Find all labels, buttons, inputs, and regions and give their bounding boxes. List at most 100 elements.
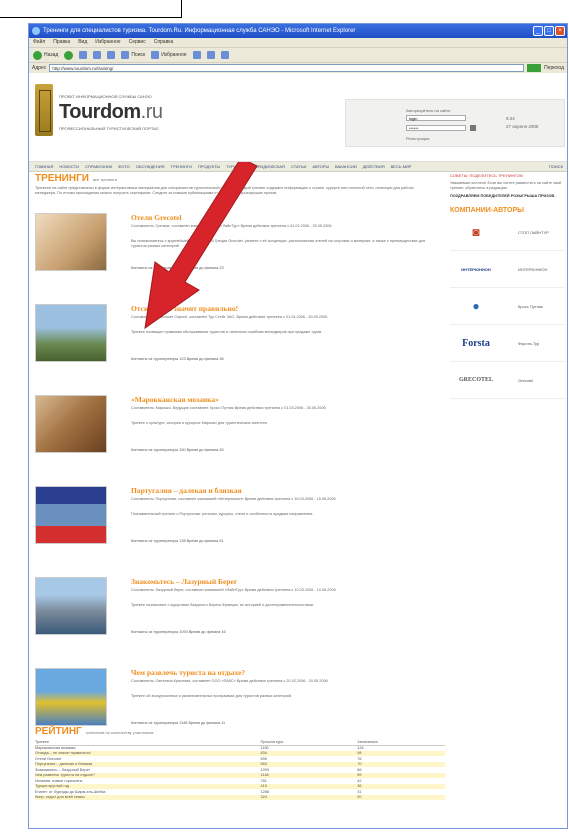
login-box: Авторизуйтесь на сайте login ****** Реги… xyxy=(345,99,565,147)
training-title[interactable]: Отели Grecotel xyxy=(131,213,182,222)
company-name: Кросс Путник xyxy=(518,303,543,309)
nav-search-link[interactable]: ПОИСК xyxy=(549,162,567,171)
table-row[interactable]: Кипр: отдых для всей семьи 324 20 xyxy=(35,794,445,800)
page-frame: Тренинги для специалистов туризма. Tourd… xyxy=(0,0,569,834)
refresh-icon[interactable] xyxy=(93,51,102,59)
stop-icon[interactable] xyxy=(79,51,88,59)
rating-table: Тренинг Прошли курс Записались Марокканс… xyxy=(35,740,445,800)
main-nav: ГЛАВНАЯ НОВОСТИ СПРАВОЧНИК ФОТО ОБСУЖДЕН… xyxy=(29,162,567,172)
training-thumbnail[interactable] xyxy=(35,213,107,271)
menu-edit[interactable]: Правка xyxy=(53,38,70,47)
nav-item-products[interactable]: ПРОДУКТЫ xyxy=(198,162,220,171)
login-submit-button[interactable] xyxy=(470,125,476,131)
history-icon[interactable] xyxy=(192,51,201,59)
nav-item-directory[interactable]: СПРАВОЧНИК xyxy=(85,162,112,171)
nav-item-home[interactable]: ГЛАВНАЯ xyxy=(35,162,53,171)
password-input[interactable]: ****** xyxy=(406,125,466,131)
rating-title: РЕЙТИНГ тренингов по количеству участнико… xyxy=(35,726,154,737)
nav-item-tourists[interactable]: ТУРИСТАМ xyxy=(226,162,248,171)
training-title[interactable]: «Марокканская мозаика» xyxy=(131,395,219,404)
company-item[interactable]: ◙ СТОП ЛАЙНТУР xyxy=(450,214,565,251)
go-label: Переход xyxy=(544,65,564,71)
back-button[interactable]: Назад xyxy=(33,50,58,60)
nav-item-news[interactable]: НОВОСТИ xyxy=(59,162,79,171)
training-footer: Контакты из туроператоры 150 Время до фи… xyxy=(131,448,224,452)
company-item[interactable]: Forsta Форста-Тур xyxy=(450,325,565,362)
menu-view[interactable]: Вид xyxy=(78,38,87,47)
training-title[interactable]: Чем развлечь туриста на отдыхе? xyxy=(131,668,245,677)
print-icon[interactable] xyxy=(220,51,229,59)
nav-item-world[interactable]: ВЕСЬ МИР xyxy=(391,162,412,171)
training-item: Отели Grecotel Составитель: Гречков, сос… xyxy=(35,213,445,301)
nav-item-trainings[interactable]: ТРЕНИНГИ xyxy=(171,162,192,171)
logo-icon[interactable] xyxy=(35,84,53,136)
login-label: Авторизуйтесь на сайте xyxy=(406,108,451,113)
search-icon xyxy=(121,51,130,59)
nav-item-authors[interactable]: АВТОРЫ xyxy=(312,162,329,171)
nav-item-discussions[interactable]: ОБСУЖДЕНИЯ xyxy=(136,162,165,171)
company-item[interactable]: ИНТЕРЮНИОН ИНТЕРЮНИОН xyxy=(450,251,565,288)
logo-tagline: ПРОФЕССИОНАЛЬНЫЙ ТУРИСТИЧЕСКИЙ ПОРТАЛ xyxy=(59,126,159,131)
training-title[interactable]: Португалия – далекая и близкая xyxy=(131,486,242,495)
company-name: ИНТЕРЮНИОН xyxy=(518,266,548,272)
nav-item-articles[interactable]: СТАТЬИ xyxy=(291,162,306,171)
menu-tools[interactable]: Сервис xyxy=(129,38,146,47)
search-button[interactable]: Поиск xyxy=(121,51,145,59)
training-thumbnail[interactable] xyxy=(35,668,107,726)
company-name: Форста-Тур xyxy=(518,340,540,346)
toolbar: Назад Поиск Избранное xyxy=(29,47,567,62)
company-logo: Forsta xyxy=(462,337,490,349)
trainings-intro: Тренинги на сайте представлены в форме и… xyxy=(35,186,414,195)
trainings-section: ТРЕНИНГИ все тренинги Тренинги на сайте п… xyxy=(35,173,445,756)
browser-window: Тренинги для специалистов туризма. Tourd… xyxy=(28,23,568,829)
site-logo[interactable]: Tourdom.ru xyxy=(59,101,163,124)
all-trainings-link[interactable]: все тренинги xyxy=(93,177,117,182)
company-logo: ● xyxy=(472,299,480,313)
training-meta: Составитель: Светлана Краснова, составле… xyxy=(131,679,328,683)
register-link[interactable]: Регистрация xyxy=(406,136,429,141)
training-footer: Контакты из туроператоры 138 Время до фи… xyxy=(131,539,224,543)
training-thumbnail[interactable] xyxy=(35,577,107,635)
training-meta: Составитель: Португалия, составлен компа… xyxy=(131,497,336,501)
nav-item-photo[interactable]: ФОТО xyxy=(118,162,130,171)
close-button[interactable]: × xyxy=(555,26,565,36)
menu-help[interactable]: Справка xyxy=(154,38,174,47)
menu-favorites[interactable]: Избранное xyxy=(95,38,120,47)
address-input[interactable]: http://www.tourdom.ru/training/ xyxy=(49,64,525,72)
login-input[interactable]: login xyxy=(406,115,466,121)
go-button[interactable] xyxy=(527,64,542,72)
nav-item-vacancies[interactable]: ВАКАНСИИ xyxy=(335,162,357,171)
address-label: Адрес xyxy=(32,65,47,71)
training-thumbnail[interactable] xyxy=(35,486,107,544)
star-icon xyxy=(151,51,160,59)
ie-icon xyxy=(32,27,40,35)
company-name: СТОП ЛАЙНТУР xyxy=(518,229,549,235)
company-item[interactable]: ● Кросс Путник xyxy=(450,288,565,325)
site-header: ПРОЕКТ ИНФОРМАЦИОННОЙ СЛУЖБЫ САНЭО Tourd… xyxy=(29,74,567,162)
training-title[interactable]: Знакомьтесь – Лазурный Берег xyxy=(131,577,237,586)
training-description: Тренинг об экскурсионных и развлекательн… xyxy=(131,694,292,698)
training-footer: Контакты из туроператоры 1093 Время до ф… xyxy=(131,630,226,634)
training-footer: Контакты из туроператоры 1148 Время до ф… xyxy=(131,721,226,725)
mail-icon[interactable] xyxy=(206,51,215,59)
sidebar-link[interactable]: СОВЕТЫ: ПОДЕЛИТЕСЬ ТРЕНИНГОМ xyxy=(450,173,565,178)
favorites-button[interactable]: Избранное xyxy=(151,51,187,59)
nav-item-actions[interactable]: ДЕЙСТВИЯ xyxy=(363,162,385,171)
training-title[interactable]: Отсюда – не значит правильно! xyxy=(131,304,238,313)
training-thumbnail[interactable] xyxy=(35,304,107,362)
corner-box xyxy=(0,0,182,18)
home-icon[interactable] xyxy=(107,51,116,59)
forward-arrow-icon[interactable] xyxy=(64,50,74,60)
address-bar: Адрес http://www.tourdom.ru/training/ Пе… xyxy=(29,62,567,73)
title-bar: Тренинги для специалистов туризма. Tourd… xyxy=(29,24,567,38)
minimize-button[interactable]: _ xyxy=(533,26,543,36)
back-arrow-icon xyxy=(33,50,42,60)
trainings-title: ТРЕНИНГИ все тренинги xyxy=(35,173,117,184)
company-name: Grecotel xyxy=(518,377,534,383)
nav-item-legal[interactable]: ЮРИДИЧЕСКАЯ xyxy=(254,162,285,171)
training-meta: Составитель: Шапочкин Сергей, составлен … xyxy=(131,315,328,319)
training-thumbnail[interactable] xyxy=(35,395,107,453)
menu-file[interactable]: Файл xyxy=(33,38,45,47)
company-item[interactable]: GRECOTEL Grecotel xyxy=(450,362,565,399)
maximize-button[interactable]: □ xyxy=(544,26,554,36)
